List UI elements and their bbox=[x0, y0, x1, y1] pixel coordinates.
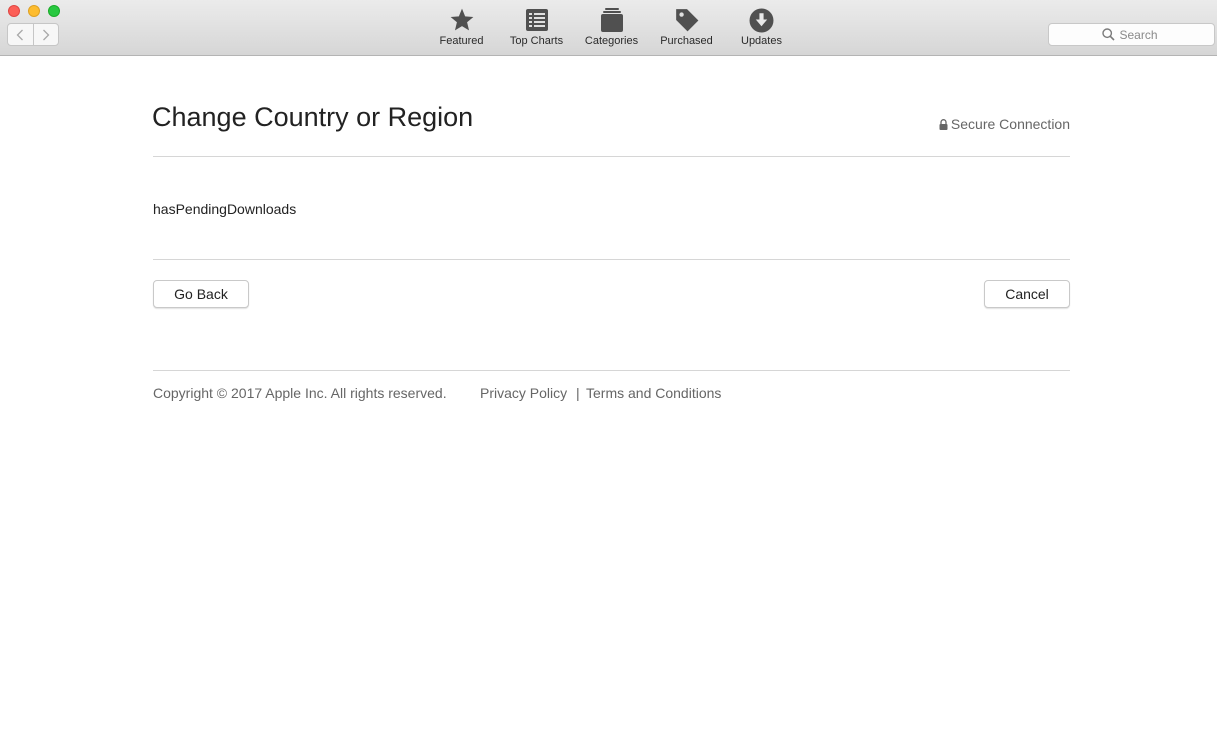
forward-nav-button[interactable] bbox=[32, 24, 59, 45]
tab-top-charts[interactable]: Top Charts bbox=[499, 6, 574, 52]
window-toolbar: Featured Top Charts Categories Purchased… bbox=[0, 0, 1217, 56]
tab-top-charts-label: Top Charts bbox=[509, 35, 564, 47]
navigation-buttons bbox=[7, 23, 59, 46]
tab-categories[interactable]: Categories bbox=[574, 6, 649, 52]
message-section: hasPendingDownloads bbox=[153, 157, 1070, 260]
tab-updates-label: Updates bbox=[741, 35, 782, 47]
lock-icon bbox=[939, 118, 948, 130]
download-arrow-icon bbox=[749, 8, 774, 32]
privacy-policy-link[interactable]: Privacy Policy bbox=[480, 385, 567, 401]
zoom-window-button[interactable] bbox=[48, 5, 60, 17]
terms-and-conditions-link[interactable]: Terms and Conditions bbox=[586, 385, 721, 401]
footer: Copyright © 2017 Apple Inc. All rights r… bbox=[153, 371, 1070, 411]
search-icon bbox=[1101, 28, 1115, 41]
tab-featured-label: Featured bbox=[439, 35, 484, 47]
tab-categories-label: Categories bbox=[584, 35, 639, 47]
search-input[interactable] bbox=[1119, 27, 1162, 42]
chevron-right-icon bbox=[42, 29, 50, 40]
tab-updates[interactable]: Updates bbox=[724, 6, 799, 52]
tab-purchased[interactable]: Purchased bbox=[649, 6, 724, 52]
go-back-button[interactable]: Go Back bbox=[153, 280, 249, 308]
main-content: Change Country or Region Secure Connecti… bbox=[152, 56, 1070, 411]
back-nav-button[interactable] bbox=[8, 24, 33, 45]
tab-purchased-label: Purchased bbox=[660, 35, 713, 47]
secure-connection-label: Secure Connection bbox=[950, 116, 1070, 132]
list-icon bbox=[525, 9, 548, 31]
minimize-window-button[interactable] bbox=[28, 5, 40, 17]
toolbar-tabs: Featured Top Charts Categories Purchased… bbox=[424, 6, 799, 52]
stack-icon bbox=[600, 8, 623, 32]
copyright-text: Copyright © 2017 Apple Inc. All rights r… bbox=[153, 385, 447, 401]
footer-separator: | bbox=[576, 385, 580, 401]
cancel-button[interactable]: Cancel bbox=[984, 280, 1070, 308]
action-buttons: Go Back Cancel bbox=[153, 260, 1070, 371]
page-title: Change Country or Region bbox=[152, 102, 474, 132]
secure-connection-indicator: Secure Connection bbox=[939, 116, 1070, 132]
close-window-button[interactable] bbox=[8, 5, 20, 17]
status-message: hasPendingDownloads bbox=[153, 201, 297, 217]
tag-icon bbox=[675, 9, 698, 32]
page-header: Change Country or Region Secure Connecti… bbox=[152, 56, 1070, 157]
chevron-left-icon bbox=[16, 29, 24, 40]
tab-featured[interactable]: Featured bbox=[424, 6, 499, 52]
star-icon bbox=[450, 8, 473, 31]
search-field[interactable] bbox=[1048, 23, 1215, 46]
